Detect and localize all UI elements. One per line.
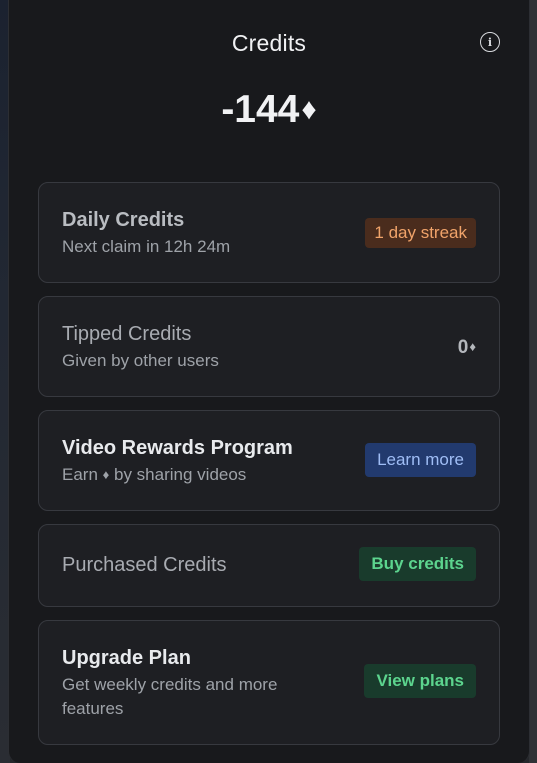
view-plans-button[interactable]: View plans <box>364 664 476 698</box>
video-rewards-subtitle-end: by sharing videos <box>109 465 247 484</box>
popover-title: Credits <box>231 30 307 56</box>
credits-popover: Credits i -144♦ Daily Credits Next claim… <box>8 0 530 763</box>
diamond-icon: ♦ <box>301 93 317 126</box>
background-app-edge-right <box>529 0 537 763</box>
tipped-credits-amount: 0♦ <box>458 335 476 360</box>
daily-credits-card: Daily Credits Next claim in 12h 24m 1 da… <box>38 182 500 283</box>
tipped-credits-card: Tipped Credits Given by other users 0♦ <box>38 296 500 397</box>
daily-credits-title: Daily Credits <box>62 209 185 231</box>
learn-more-button[interactable]: Learn more <box>365 443 476 477</box>
credit-balance-value: -144 <box>221 88 300 131</box>
info-glyph: i <box>487 35 493 49</box>
credit-balance: -144♦ <box>9 84 529 136</box>
streak-badge: 1 day streak <box>365 218 476 248</box>
upgrade-plan-subtitle-line2: features <box>62 699 124 718</box>
daily-credits-subtitle: Next claim in 12h 24m <box>62 237 231 256</box>
video-rewards-subtitle: Earn ♦ by sharing videos <box>62 463 246 487</box>
video-rewards-card: Video Rewards Program Earn ♦ by sharing … <box>38 410 500 511</box>
diamond-icon: ♦ <box>469 339 476 354</box>
tipped-credits-title: Tipped Credits <box>62 323 192 345</box>
popover-header: Credits i <box>9 26 529 60</box>
tipped-credits-value: 0 <box>457 337 469 358</box>
upgrade-plan-title: Upgrade Plan <box>62 647 191 669</box>
upgrade-plan-card: Upgrade Plan Get weekly credits and more… <box>38 620 500 745</box>
tipped-credits-subtitle: Given by other users <box>62 351 219 370</box>
info-icon[interactable]: i <box>480 32 500 52</box>
upgrade-plan-subtitle-line1: Get weekly credits and more <box>62 675 278 694</box>
purchased-credits-title: Purchased Credits <box>62 554 227 576</box>
buy-credits-button[interactable]: Buy credits <box>359 547 476 581</box>
video-rewards-title: Video Rewards Program <box>62 437 293 459</box>
purchased-credits-card: Purchased Credits Buy credits <box>38 524 500 607</box>
video-rewards-subtitle-start: Earn <box>62 465 103 484</box>
